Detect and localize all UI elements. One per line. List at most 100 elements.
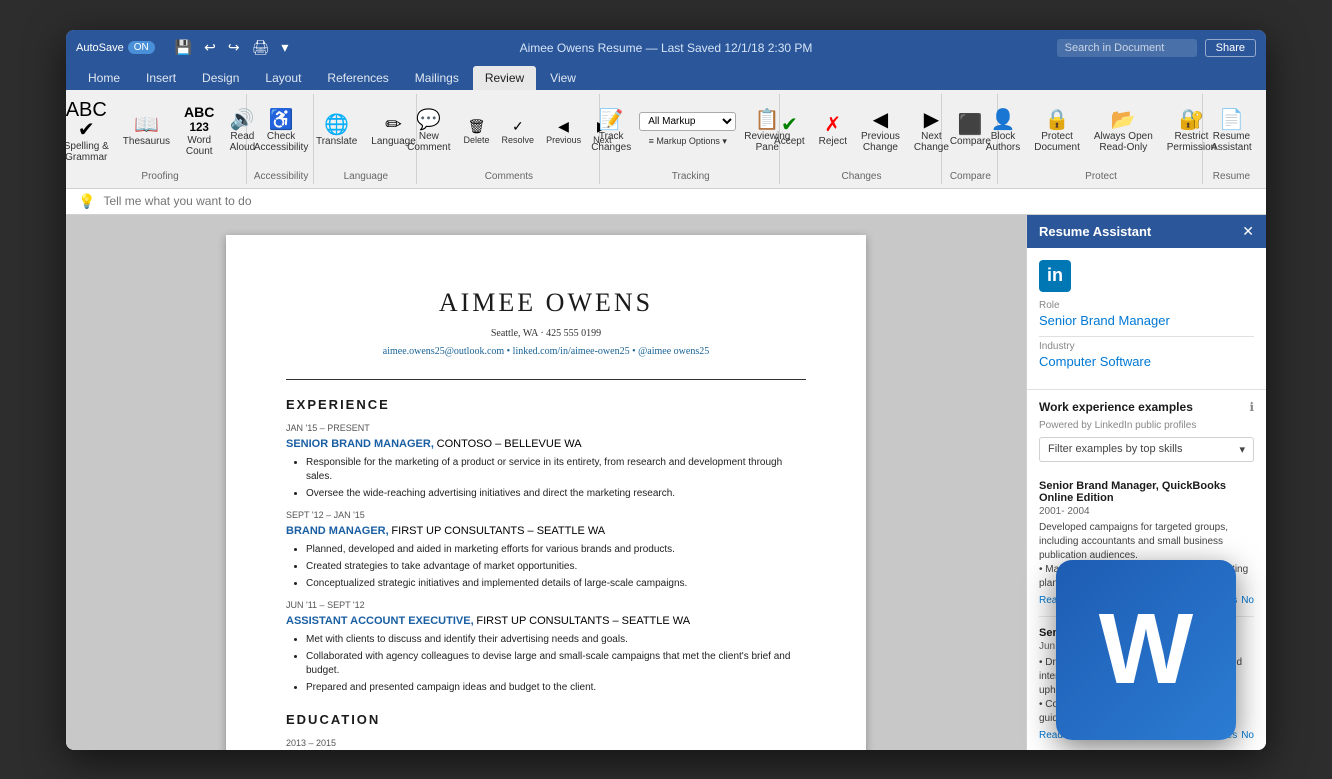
more-icon[interactable]: ▾ (277, 37, 292, 58)
tab-references[interactable]: References (315, 66, 400, 90)
tab-design[interactable]: Design (190, 66, 251, 90)
chevron-down-icon: ▾ (1239, 443, 1245, 456)
job3-bullets: Met with clients to discuss and identify… (306, 633, 806, 695)
track-changes-button[interactable]: 📝 TrackChanges (585, 106, 637, 157)
ribbon-content: ABC✔ Spelling &Grammar 📖 Thesaurus ABC12… (66, 90, 1266, 189)
ra-role-value[interactable]: Senior Brand Manager (1039, 313, 1254, 328)
reject-button[interactable]: ✗ Reject (813, 111, 853, 151)
job2-bullets: Planned, developed and aided in marketin… (306, 543, 806, 591)
track-changes-icon: 📝 (599, 110, 624, 130)
resume-assistant-button[interactable]: 📄 ResumeAssistant (1205, 106, 1258, 157)
tab-mailings[interactable]: Mailings (403, 66, 471, 90)
title-bar: AutoSave ON 💾 ↩ ↪ 🖨 ▾ Aimee Owens Resume… (66, 30, 1266, 66)
reject-icon: ✗ (824, 115, 841, 135)
ribbon-group-tracking: 📝 TrackChanges All Markup Simple Markup … (602, 94, 780, 184)
ra-divider (1039, 336, 1254, 337)
language-label: Language (344, 171, 389, 182)
spelling-grammar-button[interactable]: ABC✔ Spelling &Grammar (66, 96, 115, 167)
ra-close-button[interactable]: ✕ (1242, 223, 1254, 240)
markup-options-button[interactable]: ≡ Markup Options ▾ (639, 133, 736, 150)
quick-access-toolbar: 💾 ↩ ↪ 🖨 ▾ (171, 37, 293, 58)
ra-examples-sub: Powered by LinkedIn public profiles (1027, 420, 1266, 437)
tab-layout[interactable]: Layout (253, 66, 313, 90)
tab-home[interactable]: Home (76, 66, 132, 90)
tab-review[interactable]: Review (473, 66, 536, 90)
delete-icon: 🗑 (468, 118, 486, 135)
job3-title: ASSISTANT ACCOUNT EXECUTIVE, FIRST UP CO… (286, 614, 806, 629)
ribbon-tabs: Home Insert Design Layout References Mai… (66, 66, 1266, 90)
doc-contact: Seattle, WA · 425 555 0199 (286, 327, 806, 341)
thesaurus-button[interactable]: 📖 Thesaurus (117, 111, 176, 151)
ra-role-label: Role (1039, 300, 1254, 311)
resolve-button[interactable]: ✓ Resolve (497, 115, 540, 148)
ra-title: Resume Assistant (1039, 224, 1151, 239)
list-item: Planned, developed and aided in marketin… (306, 543, 806, 557)
title-bar-left: AutoSave ON 💾 ↩ ↪ 🖨 ▾ (76, 37, 371, 58)
share-button[interactable]: Share (1205, 39, 1256, 57)
list-item: Oversee the wide-reaching advertising in… (306, 487, 806, 501)
always-open-button[interactable]: 📂 Always OpenRead-Only (1088, 106, 1159, 157)
check-accessibility-button[interactable]: ♿ CheckAccessibility (248, 106, 314, 157)
markup-dropdown[interactable]: All Markup Simple Markup No Markup Origi… (639, 112, 736, 131)
tab-view[interactable]: View (538, 66, 588, 90)
ra-no-2[interactable]: No (1241, 730, 1254, 741)
ra-filter-dropdown[interactable]: Filter examples by top skills ▾ (1039, 437, 1254, 462)
ra-examples-title: Work experience examples (1039, 400, 1193, 414)
word-count-icon: ABC123 (184, 105, 214, 134)
ra-example-1-title: Senior Brand Manager, QuickBooks Online … (1039, 480, 1254, 504)
previous-comment-button[interactable]: ◀ Previous (541, 115, 586, 148)
job2-title: BRAND MANAGER, FIRST UP CONSULTANTS – SE… (286, 524, 806, 539)
previous-change-button[interactable]: ◀ PreviousChange (855, 106, 906, 157)
resolve-icon: ✓ (512, 118, 524, 135)
title-text: Aimee Owens Resume — Last Saved 12/1/18 … (520, 41, 813, 55)
list-item: Prepared and presented campaign ideas an… (306, 681, 806, 695)
translate-icon: 🌐 (324, 115, 349, 135)
job1-title: SENIOR BRAND MANAGER, CONTOSO – BELLEVUE… (286, 437, 806, 452)
list-item: Collaborated with agency colleagues to d… (306, 650, 806, 678)
save-icon[interactable]: 💾 (171, 37, 196, 58)
list-item: Conceptualized strategic initiatives and… (306, 577, 806, 591)
list-item: Created strategies to take advantage of … (306, 560, 806, 574)
translate-button[interactable]: 🌐 Translate (310, 111, 363, 151)
ribbon-group-resume: 📄 ResumeAssistant Resume (1205, 94, 1258, 184)
doc-divider-1 (286, 379, 806, 380)
job1-bullets: Responsible for the marketing of a produ… (306, 456, 806, 501)
tell-me-input[interactable] (103, 194, 1254, 208)
spelling-icon: ABC✔ (66, 100, 107, 140)
autosave-control: AutoSave ON (76, 41, 155, 54)
ra-industry-value[interactable]: Computer Software (1039, 354, 1254, 369)
ribbon-group-proofing: ABC✔ Spelling &Grammar 📖 Thesaurus ABC12… (74, 94, 247, 184)
ra-example-1-date: 2001- 2004 (1039, 506, 1254, 517)
accept-button[interactable]: ✔ Accept (768, 111, 811, 151)
new-comment-button[interactable]: 💬 NewComment (401, 106, 456, 157)
doc-links: aimee.owens25@outlook.com • linked.com/i… (286, 345, 806, 359)
resume-icon: 📄 (1219, 110, 1244, 130)
next-change-icon: ▶ (924, 110, 939, 130)
education-section-title: EDUCATION (286, 711, 806, 729)
word-count-button[interactable]: ABC123 WordCount (178, 101, 220, 161)
changes-buttons: ✔ Accept ✗ Reject ◀ PreviousChange ▶ Nex… (768, 96, 955, 167)
search-input[interactable] (1057, 39, 1197, 57)
thesaurus-icon: 📖 (134, 115, 159, 135)
ribbon-group-accessibility: ♿ CheckAccessibility Accessibility (249, 94, 314, 184)
autosave-toggle[interactable]: ON (128, 41, 155, 54)
app-window: AutoSave ON 💾 ↩ ↪ 🖨 ▾ Aimee Owens Resume… (66, 30, 1266, 750)
print-icon[interactable]: 🖨 (248, 37, 274, 58)
ra-info-icon[interactable]: ℹ (1249, 400, 1254, 414)
redo-icon[interactable]: ↪ (224, 37, 244, 58)
ribbon-group-protect: 👤 BlockAuthors 🔒 ProtectDocument 📂 Alway… (1000, 94, 1203, 184)
resume-label: Resume (1213, 171, 1250, 182)
autosave-label: AutoSave (76, 42, 124, 54)
proofing-buttons: ABC✔ Spelling &Grammar 📖 Thesaurus ABC12… (66, 96, 262, 167)
job2-date: SEPT '12 – JAN '15 (286, 509, 806, 522)
accessibility-label: Accessibility (254, 171, 308, 182)
tab-insert[interactable]: Insert (134, 66, 188, 90)
tracking-buttons: 📝 TrackChanges All Markup Simple Markup … (585, 96, 796, 167)
delete-comment-button[interactable]: 🗑 Delete (459, 115, 495, 148)
block-authors-button[interactable]: 👤 BlockAuthors (980, 106, 1026, 157)
protect-document-button[interactable]: 🔒 ProtectDocument (1028, 106, 1086, 157)
undo-icon[interactable]: ↩ (200, 37, 220, 58)
prev-change-icon: ◀ (873, 110, 888, 130)
ra-no-1[interactable]: No (1241, 595, 1254, 606)
accessibility-icon: ♿ (269, 110, 294, 130)
